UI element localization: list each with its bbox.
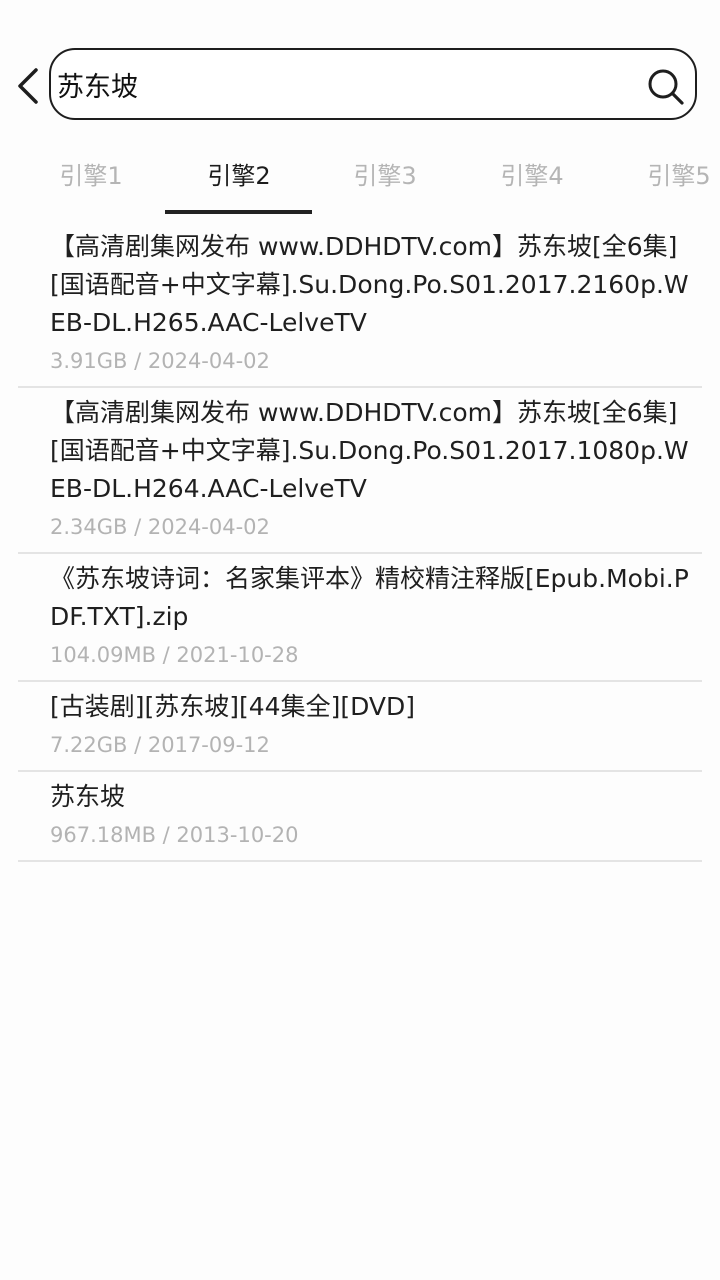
result-meta: 104.09MB / 2021-10-28 — [50, 643, 299, 667]
result-meta: 2.34GB / 2024-04-02 — [50, 515, 270, 539]
result-item[interactable]: 【高清剧集网发布 www.DDHDTV.com】苏东坡[全6集][国语配音+中文… — [18, 222, 702, 388]
tab-engine-2[interactable]: 引擎2 — [165, 140, 313, 212]
status-bar — [0, 0, 720, 40]
result-title: 苏东坡 — [50, 782, 126, 811]
result-meta: 7.22GB / 2017-09-12 — [50, 733, 270, 757]
tab-engine-3[interactable]: 引擎3 — [311, 140, 459, 212]
results-list: 【高清剧集网发布 www.DDHDTV.com】苏东坡[全6集][国语配音+中文… — [18, 222, 702, 862]
result-item[interactable]: 苏东坡 967.18MB / 2013-10-20 — [18, 772, 702, 862]
result-title: 【高清剧集网发布 www.DDHDTV.com】苏东坡[全6集][国语配音+中文… — [50, 398, 689, 503]
search-box[interactable] — [49, 48, 697, 120]
result-item[interactable]: 【高清剧集网发布 www.DDHDTV.com】苏东坡[全6集][国语配音+中文… — [18, 388, 702, 554]
search-icon[interactable] — [647, 68, 685, 106]
result-meta: 3.91GB / 2024-04-02 — [50, 349, 270, 373]
result-item[interactable]: [古装剧][苏东坡][44集全][DVD] 7.22GB / 2017-09-1… — [18, 682, 702, 772]
result-title: [古装剧][苏东坡][44集全][DVD] — [50, 692, 416, 721]
tab-engine-1[interactable]: 引擎1 — [17, 140, 165, 212]
engine-tabs: 引擎1 引擎2 引擎3 引擎4 引擎5 — [0, 140, 720, 216]
result-item[interactable]: 《苏东坡诗词：名家集评本》精校精注释版[Epub.Mobi.PDF.TXT].z… — [18, 554, 702, 682]
result-meta: 967.18MB / 2013-10-20 — [50, 823, 299, 847]
tab-engine-5[interactable]: 引擎5 — [605, 140, 720, 212]
search-input[interactable] — [57, 64, 617, 104]
result-title: 《苏东坡诗词：名家集评本》精校精注释版[Epub.Mobi.PDF.TXT].z… — [50, 564, 689, 631]
active-tab-indicator — [165, 210, 312, 214]
chevron-left-icon — [18, 68, 38, 104]
tab-engine-4[interactable]: 引擎4 — [458, 140, 606, 212]
back-button[interactable] — [8, 62, 48, 110]
result-title: 【高清剧集网发布 www.DDHDTV.com】苏东坡[全6集][国语配音+中文… — [50, 232, 689, 337]
